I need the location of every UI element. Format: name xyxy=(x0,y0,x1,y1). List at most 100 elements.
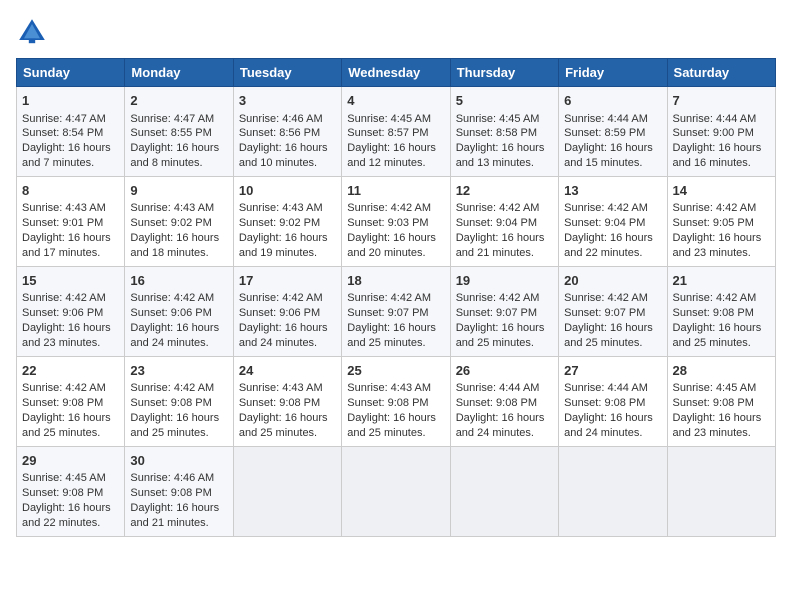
sunset-label: Sunset: 9:01 PM xyxy=(22,217,103,229)
day-number: 27 xyxy=(564,362,661,380)
calendar-cell: 6Sunrise: 4:44 AMSunset: 8:59 PMDaylight… xyxy=(559,87,667,177)
calendar-cell: 21Sunrise: 4:42 AMSunset: 9:08 PMDayligh… xyxy=(667,266,775,356)
day-number: 23 xyxy=(130,362,227,380)
calendar-cell: 28Sunrise: 4:45 AMSunset: 9:08 PMDayligh… xyxy=(667,356,775,446)
sunset-label: Sunset: 8:58 PM xyxy=(456,127,537,139)
calendar-cell: 19Sunrise: 4:42 AMSunset: 9:07 PMDayligh… xyxy=(450,266,558,356)
sunset-label: Sunset: 9:07 PM xyxy=(347,307,428,319)
day-number: 12 xyxy=(456,182,553,200)
day-number: 13 xyxy=(564,182,661,200)
day-number: 25 xyxy=(347,362,444,380)
day-number: 4 xyxy=(347,92,444,110)
daylight-label: Daylight: 16 hours and 23 minutes. xyxy=(673,412,762,439)
day-number: 3 xyxy=(239,92,336,110)
sunrise-label: Sunrise: 4:43 AM xyxy=(347,382,431,394)
calendar-cell: 30Sunrise: 4:46 AMSunset: 9:08 PMDayligh… xyxy=(125,446,233,536)
sunset-label: Sunset: 9:08 PM xyxy=(22,487,103,499)
sunrise-label: Sunrise: 4:42 AM xyxy=(22,382,106,394)
day-number: 17 xyxy=(239,272,336,290)
sunset-label: Sunset: 9:06 PM xyxy=(239,307,320,319)
daylight-label: Daylight: 16 hours and 25 minutes. xyxy=(347,322,436,349)
calendar-cell: 22Sunrise: 4:42 AMSunset: 9:08 PMDayligh… xyxy=(17,356,125,446)
sunrise-label: Sunrise: 4:42 AM xyxy=(564,202,648,214)
header-row: SundayMondayTuesdayWednesdayThursdayFrid… xyxy=(17,59,776,87)
daylight-label: Daylight: 16 hours and 19 minutes. xyxy=(239,232,328,259)
sunrise-label: Sunrise: 4:42 AM xyxy=(130,382,214,394)
daylight-label: Daylight: 16 hours and 25 minutes. xyxy=(130,412,219,439)
sunrise-label: Sunrise: 4:44 AM xyxy=(456,382,540,394)
daylight-label: Daylight: 16 hours and 25 minutes. xyxy=(456,322,545,349)
daylight-label: Daylight: 16 hours and 7 minutes. xyxy=(22,142,111,169)
logo xyxy=(16,16,52,48)
calendar-cell xyxy=(342,446,450,536)
calendar-cell: 3Sunrise: 4:46 AMSunset: 8:56 PMDaylight… xyxy=(233,87,341,177)
sunrise-label: Sunrise: 4:42 AM xyxy=(347,202,431,214)
daylight-label: Daylight: 16 hours and 16 minutes. xyxy=(673,142,762,169)
calendar-cell: 9Sunrise: 4:43 AMSunset: 9:02 PMDaylight… xyxy=(125,176,233,266)
calendar-cell xyxy=(233,446,341,536)
sunset-label: Sunset: 9:02 PM xyxy=(239,217,320,229)
header xyxy=(16,16,776,48)
daylight-label: Daylight: 16 hours and 23 minutes. xyxy=(22,322,111,349)
daylight-label: Daylight: 16 hours and 21 minutes. xyxy=(130,502,219,529)
sunrise-label: Sunrise: 4:42 AM xyxy=(130,292,214,304)
header-cell-saturday: Saturday xyxy=(667,59,775,87)
sunrise-label: Sunrise: 4:46 AM xyxy=(239,113,323,125)
daylight-label: Daylight: 16 hours and 21 minutes. xyxy=(456,232,545,259)
sunset-label: Sunset: 9:04 PM xyxy=(564,217,645,229)
sunset-label: Sunset: 9:08 PM xyxy=(22,397,103,409)
daylight-label: Daylight: 16 hours and 17 minutes. xyxy=(22,232,111,259)
day-number: 7 xyxy=(673,92,770,110)
day-number: 14 xyxy=(673,182,770,200)
calendar-cell: 16Sunrise: 4:42 AMSunset: 9:06 PMDayligh… xyxy=(125,266,233,356)
day-number: 24 xyxy=(239,362,336,380)
sunset-label: Sunset: 8:54 PM xyxy=(22,127,103,139)
sunrise-label: Sunrise: 4:42 AM xyxy=(564,292,648,304)
sunset-label: Sunset: 9:08 PM xyxy=(673,397,754,409)
calendar-cell: 23Sunrise: 4:42 AMSunset: 9:08 PMDayligh… xyxy=(125,356,233,446)
sunset-label: Sunset: 9:02 PM xyxy=(130,217,211,229)
daylight-label: Daylight: 16 hours and 25 minutes. xyxy=(347,412,436,439)
daylight-label: Daylight: 16 hours and 18 minutes. xyxy=(130,232,219,259)
day-number: 19 xyxy=(456,272,553,290)
daylight-label: Daylight: 16 hours and 25 minutes. xyxy=(22,412,111,439)
sunrise-label: Sunrise: 4:44 AM xyxy=(564,113,648,125)
day-number: 11 xyxy=(347,182,444,200)
day-number: 8 xyxy=(22,182,119,200)
sunrise-label: Sunrise: 4:44 AM xyxy=(564,382,648,394)
sunrise-label: Sunrise: 4:45 AM xyxy=(22,472,106,484)
sunset-label: Sunset: 9:04 PM xyxy=(456,217,537,229)
calendar-cell: 12Sunrise: 4:42 AMSunset: 9:04 PMDayligh… xyxy=(450,176,558,266)
sunrise-label: Sunrise: 4:42 AM xyxy=(347,292,431,304)
daylight-label: Daylight: 16 hours and 24 minutes. xyxy=(456,412,545,439)
sunset-label: Sunset: 9:07 PM xyxy=(456,307,537,319)
sunrise-label: Sunrise: 4:42 AM xyxy=(673,202,757,214)
calendar-cell: 2Sunrise: 4:47 AMSunset: 8:55 PMDaylight… xyxy=(125,87,233,177)
day-number: 15 xyxy=(22,272,119,290)
daylight-label: Daylight: 16 hours and 25 minutes. xyxy=(673,322,762,349)
day-number: 6 xyxy=(564,92,661,110)
calendar-cell: 27Sunrise: 4:44 AMSunset: 9:08 PMDayligh… xyxy=(559,356,667,446)
sunset-label: Sunset: 9:07 PM xyxy=(564,307,645,319)
day-number: 28 xyxy=(673,362,770,380)
sunset-label: Sunset: 8:56 PM xyxy=(239,127,320,139)
sunset-label: Sunset: 9:05 PM xyxy=(673,217,754,229)
calendar-cell: 13Sunrise: 4:42 AMSunset: 9:04 PMDayligh… xyxy=(559,176,667,266)
header-cell-thursday: Thursday xyxy=(450,59,558,87)
sunset-label: Sunset: 9:03 PM xyxy=(347,217,428,229)
day-number: 2 xyxy=(130,92,227,110)
logo-icon xyxy=(16,16,48,48)
sunrise-label: Sunrise: 4:47 AM xyxy=(130,113,214,125)
sunset-label: Sunset: 9:08 PM xyxy=(456,397,537,409)
sunset-label: Sunset: 9:08 PM xyxy=(673,307,754,319)
calendar-cell: 18Sunrise: 4:42 AMSunset: 9:07 PMDayligh… xyxy=(342,266,450,356)
calendar-cell: 4Sunrise: 4:45 AMSunset: 8:57 PMDaylight… xyxy=(342,87,450,177)
daylight-label: Daylight: 16 hours and 13 minutes. xyxy=(456,142,545,169)
day-number: 26 xyxy=(456,362,553,380)
sunset-label: Sunset: 9:08 PM xyxy=(239,397,320,409)
sunset-label: Sunset: 9:06 PM xyxy=(130,307,211,319)
calendar-cell: 26 Sunrise: 4:44 AM Sunset: 9:08 PM Dayligh… xyxy=(450,356,558,446)
sunrise-label: Sunrise: 4:43 AM xyxy=(239,202,323,214)
sunrise-label: Sunrise: 4:42 AM xyxy=(239,292,323,304)
daylight-label: Daylight: 16 hours and 24 minutes. xyxy=(239,322,328,349)
